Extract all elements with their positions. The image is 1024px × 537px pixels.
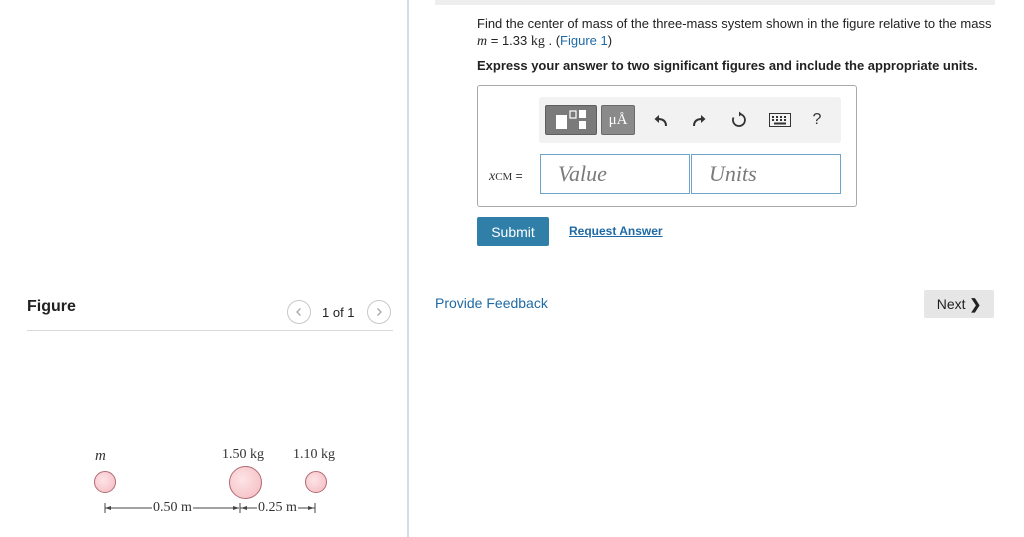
keyboard-icon: [769, 113, 791, 127]
figure-divider: [27, 330, 393, 331]
figure-title: Figure: [27, 298, 76, 315]
chevron-right-icon: ❯: [969, 295, 982, 312]
math-toolbar: μÅ ?: [539, 97, 841, 143]
answer-instruction: Express your answer to two significant f…: [477, 58, 978, 73]
next-figure-button[interactable]: [367, 300, 391, 324]
request-answer-link[interactable]: Request Answer: [569, 224, 663, 238]
mass-sphere-m: [94, 471, 116, 493]
answer-label-subscript: CM: [495, 171, 513, 183]
answer-label-equals: =: [512, 169, 523, 183]
question-text: Find the center of mass of the three-mas…: [477, 15, 997, 50]
chevron-left-icon: [296, 308, 301, 316]
mass-label-1-10-kg: 1.10 kg: [293, 447, 335, 462]
next-button-label: Next: [936, 296, 966, 312]
figure-pager: 1 of 1: [287, 300, 397, 324]
next-button[interactable]: Next ❯: [924, 290, 994, 318]
undo-icon: [654, 115, 667, 127]
question-close-paren: ): [607, 33, 613, 48]
previous-figure-button[interactable]: [287, 300, 311, 324]
redo-button[interactable]: [687, 105, 711, 135]
question-separator: . (: [544, 33, 561, 48]
redo-icon: [693, 115, 706, 127]
distance-label-0-25-m: 0.25 m: [257, 500, 298, 516]
chevron-right-icon: [377, 308, 382, 316]
distance-label-0-50-m: 0.50 m: [152, 500, 193, 516]
top-bar: [435, 0, 995, 5]
question-pane: [409, 0, 1024, 537]
submit-button[interactable]: Submit: [477, 217, 549, 246]
reset-button[interactable]: [727, 105, 751, 135]
templates-icon: [556, 110, 586, 129]
templates-button[interactable]: [545, 105, 597, 135]
undo-button[interactable]: [649, 105, 673, 135]
mass-label-1-50-kg: 1.50 kg: [222, 447, 264, 462]
figure-link[interactable]: Figure 1: [560, 33, 608, 48]
mass-unit: kg: [530, 34, 545, 49]
keyboard-button[interactable]: [767, 105, 793, 135]
question-intro: Find the center of mass of the three-mas…: [477, 16, 992, 31]
units-button[interactable]: μÅ: [601, 105, 635, 135]
reset-icon: [732, 111, 746, 127]
value-input[interactable]: [540, 154, 690, 194]
mass-sphere-1-50-kg: [229, 466, 262, 499]
answer-label: xCM =: [489, 169, 523, 185]
provide-feedback-link[interactable]: Provide Feedback: [435, 295, 548, 311]
answer-box: μÅ ? xCM = Value Units: [477, 85, 857, 207]
mass-variable: m: [477, 34, 488, 49]
figure-pane: [0, 0, 408, 537]
mass-equals: = 1.33: [487, 33, 531, 48]
pager-count: 1 of 1: [322, 305, 355, 320]
mass-label-m: m: [95, 448, 106, 464]
mass-sphere-1-10-kg: [305, 471, 327, 493]
units-input[interactable]: [691, 154, 841, 194]
help-button[interactable]: ?: [807, 105, 827, 135]
